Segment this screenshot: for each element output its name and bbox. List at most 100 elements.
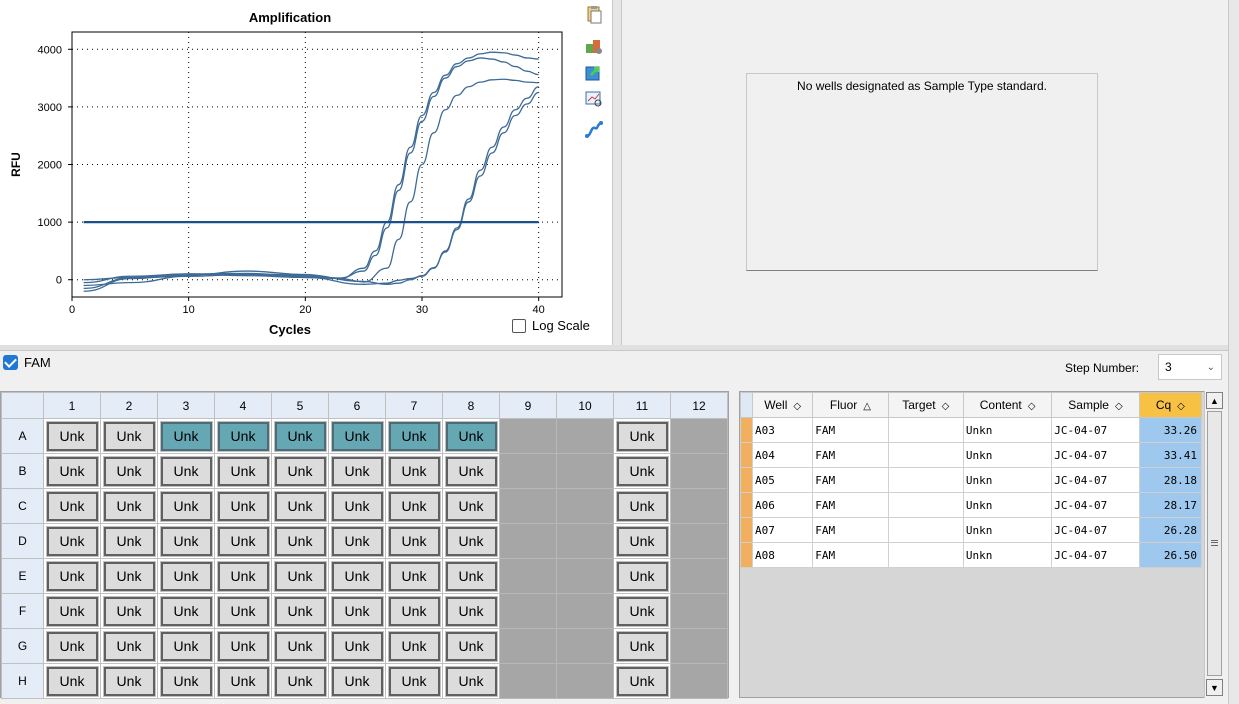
- plate-column-header[interactable]: 9: [499, 392, 557, 419]
- plate-well[interactable]: Unk: [330, 490, 384, 522]
- results-cell-cq[interactable]: 26.28: [1138, 517, 1203, 543]
- plate-well-cell[interactable]: Unk: [157, 523, 215, 559]
- plate-well[interactable]: Unk: [330, 525, 384, 557]
- plate-well-cell[interactable]: Unk: [385, 453, 443, 489]
- plate-well[interactable]: Unk: [102, 595, 156, 627]
- results-row[interactable]: A03 FAM Unkn JC-04-07 33.26: [739, 417, 1203, 443]
- plate-well[interactable]: Unk: [216, 455, 270, 487]
- plate-column-header[interactable]: 1: [43, 392, 101, 419]
- plate-empty-well[interactable]: [670, 488, 728, 524]
- plate-well-cell[interactable]: Unk: [100, 628, 158, 664]
- plate-row-header[interactable]: E: [1, 558, 44, 594]
- results-cell-fluor[interactable]: FAM: [812, 542, 889, 568]
- plate-well-cell[interactable]: Unk: [613, 418, 671, 454]
- results-cell-sample[interactable]: JC-04-07: [1051, 542, 1140, 568]
- plate-well[interactable]: Unk: [273, 525, 327, 557]
- plate-well[interactable]: Unk: [216, 420, 270, 452]
- plate-well[interactable]: Unk: [330, 560, 384, 592]
- plate-well[interactable]: Unk: [45, 665, 99, 697]
- plate-well[interactable]: Unk: [330, 630, 384, 662]
- plate-well-cell[interactable]: Unk: [613, 628, 671, 664]
- plate-well-cell[interactable]: Unk: [442, 663, 500, 699]
- plate-well-cell[interactable]: Unk: [43, 418, 101, 454]
- results-cell-target[interactable]: [887, 417, 964, 443]
- plate-empty-well[interactable]: [499, 663, 557, 699]
- plate-well[interactable]: Unk: [159, 455, 213, 487]
- fluor-check-box[interactable]: [3, 355, 18, 370]
- results-cell-sample[interactable]: JC-04-07: [1051, 442, 1140, 468]
- plate-empty-well[interactable]: [499, 453, 557, 489]
- plate-row-header[interactable]: G: [1, 628, 44, 664]
- plate-empty-well[interactable]: [556, 453, 614, 489]
- plate-empty-well[interactable]: [556, 558, 614, 594]
- plate-row-header[interactable]: H: [1, 663, 44, 699]
- plate-well[interactable]: Unk: [444, 490, 498, 522]
- plate-well-cell[interactable]: Unk: [442, 628, 500, 664]
- plate-well[interactable]: Unk: [216, 665, 270, 697]
- plate-well-cell[interactable]: Unk: [43, 593, 101, 629]
- plate-well-cell[interactable]: Unk: [613, 453, 671, 489]
- plate-well-cell[interactable]: Unk: [385, 488, 443, 524]
- plate-column-header[interactable]: 2: [100, 392, 158, 419]
- plate-well-cell[interactable]: Unk: [100, 663, 158, 699]
- plate-well[interactable]: Unk: [330, 420, 384, 452]
- plate-well[interactable]: Unk: [330, 595, 384, 627]
- plate-well-cell[interactable]: Unk: [613, 663, 671, 699]
- plate-well-cell[interactable]: Unk: [385, 663, 443, 699]
- plate-well-cell[interactable]: Unk: [271, 488, 329, 524]
- plate-well[interactable]: Unk: [387, 525, 441, 557]
- plate-well[interactable]: Unk: [45, 420, 99, 452]
- results-cell-sample[interactable]: JC-04-07: [1051, 467, 1140, 493]
- plate-well[interactable]: Unk: [45, 455, 99, 487]
- plate-well-cell[interactable]: Unk: [214, 453, 272, 489]
- plate-well-cell[interactable]: Unk: [157, 628, 215, 664]
- plate-column-header[interactable]: 6: [328, 392, 386, 419]
- log-scale-box[interactable]: [512, 318, 526, 333]
- results-cell-cq[interactable]: 33.26: [1138, 417, 1203, 443]
- plate-well[interactable]: Unk: [273, 560, 327, 592]
- plate-empty-well[interactable]: [556, 628, 614, 664]
- plate-well[interactable]: Unk: [615, 420, 669, 452]
- plate-well[interactable]: Unk: [273, 420, 327, 452]
- results-cell-fluor[interactable]: FAM: [812, 492, 889, 518]
- plate-well[interactable]: Unk: [387, 560, 441, 592]
- results-cell-cq[interactable]: 26.50: [1138, 542, 1203, 568]
- plate-well-cell[interactable]: Unk: [613, 558, 671, 594]
- results-cell-content[interactable]: Unkn: [962, 517, 1053, 543]
- results-cell-target[interactable]: [887, 542, 964, 568]
- log-scale-checkbox[interactable]: Log Scale: [512, 318, 590, 333]
- plate-well[interactable]: Unk: [159, 525, 213, 557]
- plate-well[interactable]: Unk: [330, 665, 384, 697]
- plate-well-cell[interactable]: Unk: [442, 558, 500, 594]
- plate-well-cell[interactable]: Unk: [43, 628, 101, 664]
- plate-well-cell[interactable]: Unk: [214, 558, 272, 594]
- results-header-well[interactable]: Well ◇: [752, 392, 814, 418]
- results-row[interactable]: A04 FAM Unkn JC-04-07 33.41: [739, 442, 1203, 468]
- curve-icon[interactable]: [584, 120, 604, 140]
- results-cell-content[interactable]: Unkn: [962, 417, 1053, 443]
- plate-well[interactable]: Unk: [387, 630, 441, 662]
- plate-well-cell[interactable]: Unk: [328, 523, 386, 559]
- plate-empty-well[interactable]: [556, 488, 614, 524]
- results-cell-cq[interactable]: 28.17: [1138, 492, 1203, 518]
- plate-well[interactable]: Unk: [159, 560, 213, 592]
- plate-well[interactable]: Unk: [216, 490, 270, 522]
- plate-well-cell[interactable]: Unk: [100, 523, 158, 559]
- plate-well-cell[interactable]: Unk: [385, 593, 443, 629]
- results-cell-target[interactable]: [887, 517, 964, 543]
- plate-well-cell[interactable]: Unk: [157, 453, 215, 489]
- results-header-cq[interactable]: Cq ◇: [1138, 392, 1203, 418]
- plate-empty-well[interactable]: [556, 418, 614, 454]
- plate-well-cell[interactable]: Unk: [385, 558, 443, 594]
- results-row-header[interactable]: [739, 417, 754, 443]
- plate-well-cell[interactable]: Unk: [271, 628, 329, 664]
- plate-empty-well[interactable]: [499, 418, 557, 454]
- plate-well[interactable]: Unk: [444, 560, 498, 592]
- results-cell-cq[interactable]: 28.18: [1138, 467, 1203, 493]
- plate-well[interactable]: Unk: [444, 665, 498, 697]
- plate-well[interactable]: Unk: [444, 420, 498, 452]
- plate-column-header[interactable]: 11: [613, 392, 671, 419]
- plate-well[interactable]: Unk: [45, 490, 99, 522]
- plate-empty-well[interactable]: [499, 593, 557, 629]
- plate-well-cell[interactable]: Unk: [214, 523, 272, 559]
